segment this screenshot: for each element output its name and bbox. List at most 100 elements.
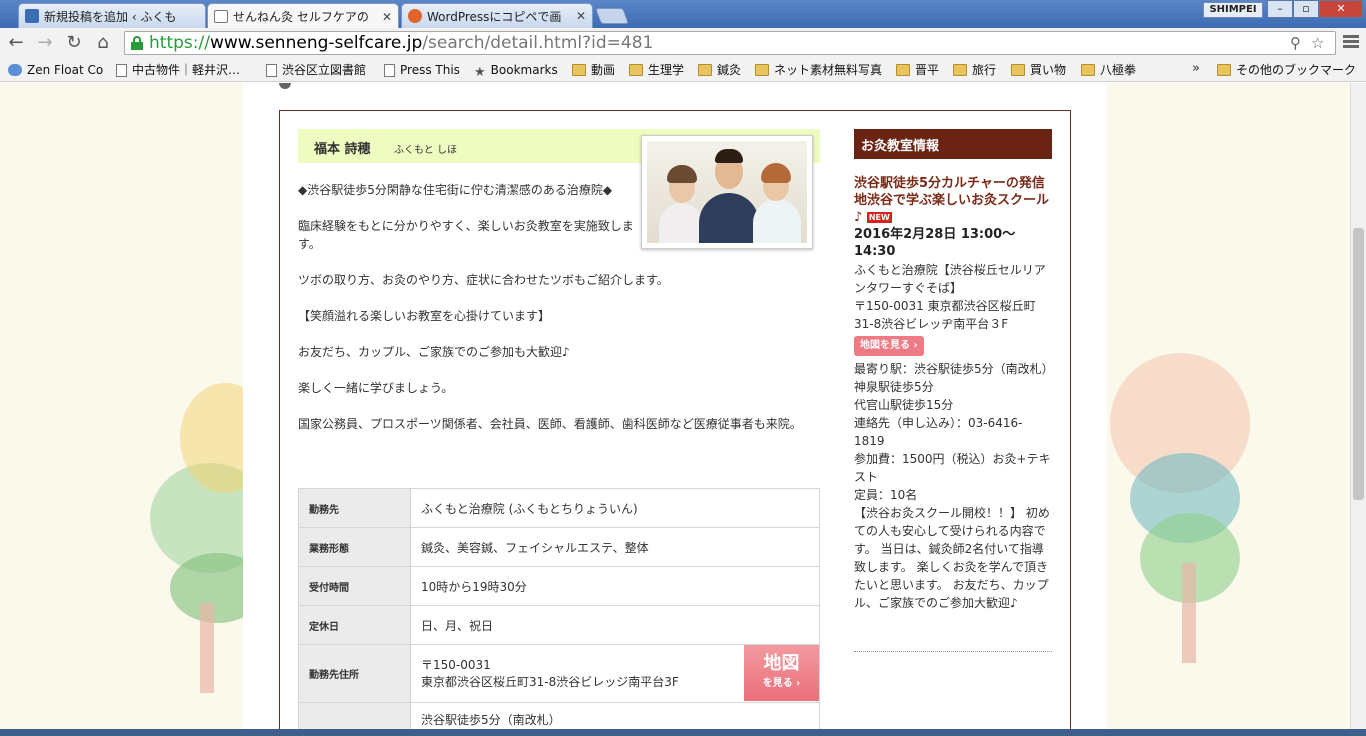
event-notes: 【渋谷お灸スクール開校！！】 初めての人も安心して受けられる内容です。 当日は、…	[854, 506, 1050, 610]
wordpress-admin-icon	[25, 9, 39, 23]
tab-senneng-selfcare[interactable]: せんねん灸 セルフケアの ✕	[207, 3, 399, 29]
contact-info: 連絡先（申し込み）：03-6416-1819	[854, 416, 1023, 448]
row-value: 日、月、祝日	[410, 605, 820, 645]
new-badge: NEW	[866, 212, 892, 223]
page-icon	[116, 63, 127, 77]
browser-toolbar: ← → ↻ ⌂ https://www.senneng-selfcare.jp/…	[0, 28, 1366, 58]
maximize-button[interactable]: ▫	[1293, 0, 1319, 18]
forward-arrow-icon[interactable]: →	[34, 32, 56, 54]
tab-title: せんねん灸 セルフケアの	[233, 10, 369, 24]
breadcrumb-icon	[279, 83, 291, 89]
zoom-magnifier-icon[interactable]: ⚲	[1290, 34, 1301, 52]
minimize-button[interactable]: –	[1267, 0, 1293, 18]
intro-paragraph: お友だち、カップル、ご家族でのご参加も大歓迎♪	[298, 345, 570, 359]
home-icon[interactable]: ⌂	[92, 32, 114, 54]
scrollbar-thumb[interactable]	[1353, 228, 1364, 500]
table-row: 業務形態 鍼灸、美容鍼、フェイシャルエステ、整体	[298, 527, 820, 567]
folder-icon	[698, 64, 712, 76]
new-tab-button[interactable]	[595, 8, 629, 24]
folder-icon	[953, 64, 967, 76]
folder-icon	[1217, 64, 1231, 76]
row-label: 勤務先	[298, 488, 411, 528]
practitioner-name: 福本 詩穂	[314, 142, 371, 157]
profile-user-button[interactable]: SHIMPEI	[1203, 2, 1263, 18]
menu-icon[interactable]	[1342, 33, 1360, 51]
close-window-button[interactable]: ✕	[1319, 0, 1363, 18]
folder-icon	[629, 64, 643, 76]
fee-info: 参加費：1500円（税込）お灸+テキスト	[854, 452, 1051, 484]
url-text: https://www.senneng-selfcare.jp/search/d…	[149, 33, 654, 53]
tab-title: WordPressにコピペで画	[427, 9, 562, 24]
tab-wordpress-new-post[interactable]: 新規投稿を追加 ‹ ふくも	[18, 3, 206, 28]
page-icon	[266, 63, 277, 77]
practitioner-intro: ◆渋谷駅徒歩5分閑静な住宅街に佇む清潔感のある治療院◆ 臨床経験をもとに分かりや…	[298, 181, 808, 451]
detail-panel: 福本 詩穂 ふくもと しほ ◆渋谷駅徒歩5分閑静な住宅街に佇む清潔感のある治療院…	[279, 110, 1071, 729]
more-bookmarks-button[interactable]: »	[1192, 61, 1200, 76]
tab-title: 新規投稿を追加 ‹ ふくも	[44, 9, 177, 24]
intro-paragraph: ツボの取り方、お灸のやり方、症状に合わせたツボもご紹介します。	[298, 273, 669, 287]
intro-paragraph: 臨床経験をもとに分かりやすく、楽しいお灸教室を実施致します。	[298, 219, 634, 251]
bookmark-item[interactable]: 渋谷区立図書館	[266, 61, 366, 79]
bookmark-item[interactable]: Zen Float Co	[8, 61, 103, 79]
bookmark-folder[interactable]: 買い物	[1011, 61, 1066, 79]
other-bookmarks-folder[interactable]: その他のブックマーク	[1217, 61, 1356, 79]
station-info: 代官山駅徒歩15分	[854, 398, 954, 412]
event-venue: ふくもと治療院【渋谷桜丘セルリアンタワーすぐそば】	[854, 263, 1046, 295]
bookmarks-bar: Zen Float Co 中古物件｜軽井沢… 渋谷区立図書館 Press Thi…	[0, 58, 1366, 82]
map-button[interactable]: 地図 を見る ›	[744, 645, 819, 701]
sidebar-heading: お灸教室情報	[854, 129, 1052, 159]
practitioner-kana: ふくもと しほ	[394, 145, 457, 156]
sidebar-map-button[interactable]: 地図を見る ›	[854, 336, 924, 356]
intro-paragraph: 【笑顔溢れる楽しいお教室を心掛けています】	[298, 309, 551, 323]
nearest-station: 最寄り駅：渋谷駅徒歩5分（南改札）	[854, 362, 1054, 376]
tree-trunk	[1182, 563, 1196, 663]
event-date: 2016年2月28日 13:00～14:30	[854, 227, 1016, 259]
capacity-info: 定員：10名	[854, 488, 918, 502]
address-bar[interactable]: https://www.senneng-selfcare.jp/search/d…	[124, 31, 1336, 55]
content-wrapper: 福本 詩穂 ふくもと しほ ◆渋谷駅徒歩5分閑静な住宅街に佇む清潔感のある治療院…	[243, 83, 1107, 729]
tab-wordpress-copy-paste[interactable]: WordPressにコピペで画 ✕	[401, 3, 593, 28]
station-info: 神泉駅徒歩5分	[854, 380, 934, 394]
clinic-info-table: 勤務先 ふくもと治療院 (ふくもとちりょういん) 業務形態 鍼灸、美容鍼、フェイ…	[298, 488, 820, 729]
vertical-scrollbar[interactable]	[1350, 83, 1366, 729]
row-value: 〒150-0031 東京都渋谷区桜丘町31-8渋谷ビレッジ南平台3F 地図 を見…	[410, 644, 820, 703]
table-row: 渋谷駅徒歩5分（南改札）	[298, 702, 820, 729]
sidebar-divider	[854, 651, 1052, 652]
bookmark-folder[interactable]: 鍼灸	[698, 61, 741, 79]
page-icon	[384, 63, 395, 77]
folder-icon	[1081, 64, 1095, 76]
row-label: 受付時間	[298, 566, 411, 606]
bookmark-folder[interactable]: 晋平	[896, 61, 939, 79]
folder-icon	[572, 64, 586, 76]
bookmark-folder[interactable]: 八極拳	[1081, 61, 1136, 79]
event-title[interactable]: 渋谷駅徒歩5分カルチャーの発信地渋谷で学ぶ楽しいお灸スクール♪ NEW	[854, 175, 1052, 226]
bookmark-folder[interactable]: 旅行	[953, 61, 996, 79]
bookmark-item[interactable]: ★ Bookmarks	[474, 61, 558, 80]
intro-paragraph: 楽しく一緒に学びましょう。	[298, 381, 454, 395]
bookmark-item[interactable]: 中古物件｜軽井沢…	[116, 61, 240, 79]
bookmark-folder[interactable]: 生理学	[629, 61, 684, 79]
bookmark-star-icon[interactable]: ☆	[1311, 34, 1324, 52]
bookmark-folder[interactable]: 動画	[572, 61, 615, 79]
intro-paragraph: 国家公務員、プロスポーツ関係者、会社員、医師、看護師、歯科医師など医療従事者も来…	[298, 417, 802, 431]
bookmark-folder[interactable]: ネット素材無料写真	[755, 61, 882, 79]
folder-icon	[755, 64, 769, 76]
close-tab-icon[interactable]: ✕	[382, 10, 392, 24]
star-icon: ★	[474, 65, 486, 80]
intro-paragraph: ◆渋谷駅徒歩5分閑静な住宅街に佇む清潔感のある治療院◆	[298, 183, 613, 197]
event-address: 〒150-0031 東京都渋谷区桜丘町31-8渋谷ビレッヂ南平台３F	[854, 299, 1036, 331]
row-label: 勤務先住所	[298, 644, 411, 703]
table-row: 勤務先 ふくもと治療院 (ふくもとちりょういん)	[298, 488, 820, 528]
lock-icon	[131, 36, 143, 50]
flask-icon	[408, 9, 422, 23]
bookmark-item[interactable]: Press This	[384, 61, 460, 79]
table-row: 定休日 日、月、祝日	[298, 605, 820, 645]
folder-icon	[1011, 64, 1025, 76]
folder-icon	[896, 64, 910, 76]
close-tab-icon[interactable]: ✕	[576, 9, 586, 23]
row-label: 業務形態	[298, 527, 411, 567]
row-value: ふくもと治療院 (ふくもとちりょういん)	[410, 488, 820, 528]
reload-icon[interactable]: ↻	[63, 32, 85, 54]
tree-trunk	[200, 603, 214, 693]
back-arrow-icon[interactable]: ←	[5, 32, 27, 54]
